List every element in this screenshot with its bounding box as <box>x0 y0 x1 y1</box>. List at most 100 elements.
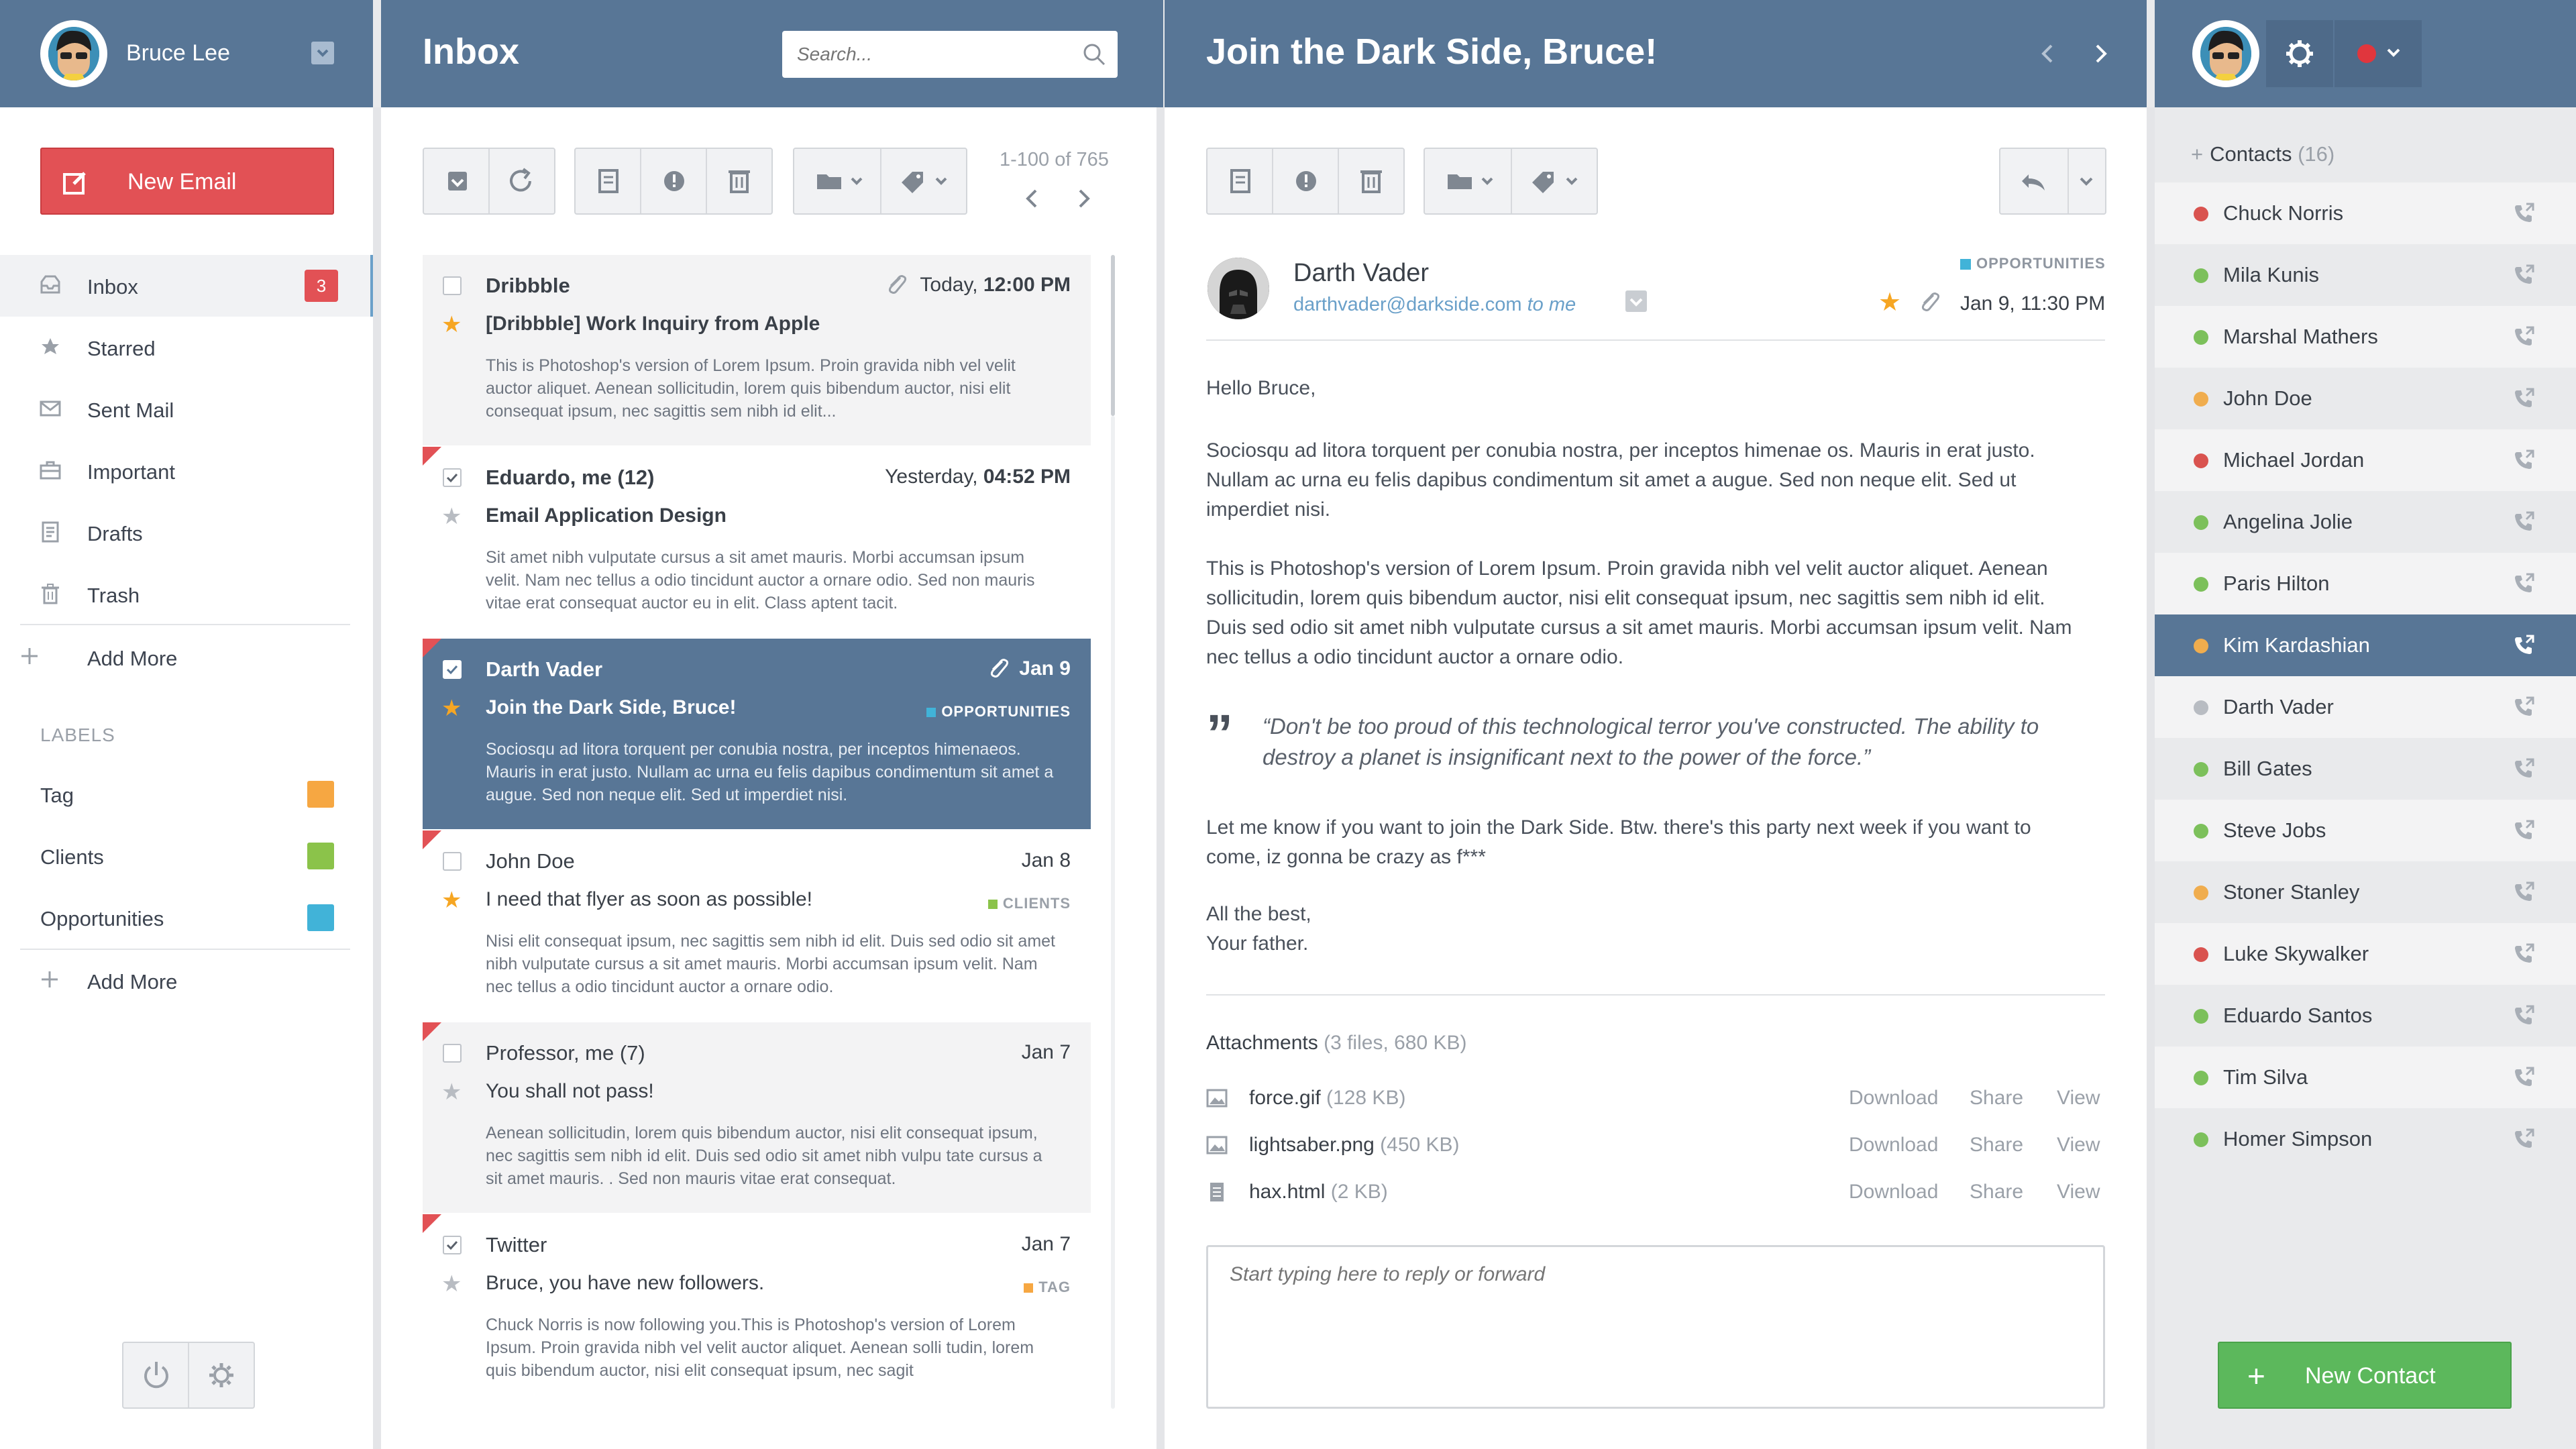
contact-item[interactable]: Stoner Stanley <box>2155 861 2576 923</box>
label-item-opportunities[interactable]: Opportunities <box>0 887 373 949</box>
share-link[interactable]: Share <box>1970 1181 2023 1203</box>
sidebar-divider[interactable] <box>373 107 381 1449</box>
move-to-folder-dropdown[interactable] <box>794 149 881 213</box>
sidebar-item-drafts[interactable]: Drafts <box>0 502 373 564</box>
delete-button[interactable] <box>707 149 771 213</box>
status-dropdown[interactable] <box>2334 20 2422 87</box>
msg-move-dropdown[interactable] <box>1425 149 1512 213</box>
attachment-name[interactable]: lightsaber.png (450 KB) <box>1249 1134 1460 1157</box>
contact-item[interactable]: Paris Hilton <box>2155 553 2576 614</box>
contact-item[interactable]: Luke Skywalker <box>2155 923 2576 985</box>
call-contact-icon[interactable] <box>2512 1065 2536 1089</box>
reply-textarea[interactable] <box>1206 1245 2105 1409</box>
email-checkbox[interactable] <box>443 1044 462 1063</box>
contact-item[interactable]: Michael Jordan <box>2155 429 2576 491</box>
email-item[interactable]: ★ Professor, me (7) You shall not pass! Aen… <box>423 1022 1091 1213</box>
archive-button[interactable] <box>576 149 641 213</box>
message-star-icon[interactable]: ★ <box>1878 287 1901 317</box>
star-icon[interactable]: ★ <box>441 311 462 338</box>
sidebar-item-inbox[interactable]: Inbox 3 <box>0 255 373 317</box>
previous-message-icon[interactable] <box>2038 42 2058 66</box>
star-icon[interactable]: ★ <box>441 503 462 530</box>
page-prev-icon[interactable] <box>1022 185 1042 212</box>
view-link[interactable]: View <box>2057 1134 2100 1157</box>
view-link[interactable]: View <box>2057 1181 2100 1203</box>
contact-item[interactable]: John Doe <box>2155 368 2576 429</box>
msg-label-dropdown[interactable] <box>1512 149 1597 213</box>
msg-archive-button[interactable] <box>1208 149 1273 213</box>
call-contact-icon[interactable] <box>2512 263 2536 287</box>
attachment-filename[interactable]: lightsaber.png <box>1249 1134 1375 1156</box>
list-divider[interactable] <box>1157 107 1165 1449</box>
call-contact-icon[interactable] <box>2512 448 2536 472</box>
email-checkbox[interactable] <box>443 1236 462 1254</box>
search-input[interactable] <box>782 31 1118 78</box>
email-item[interactable]: ★ Dribbble [Dribbble] Work Inquiry from Ap… <box>423 255 1091 445</box>
refresh-button[interactable] <box>490 149 554 213</box>
contact-item[interactable]: Eduardo Santos <box>2155 985 2576 1046</box>
attachment-name[interactable]: force.gif (128 KB) <box>1249 1087 1405 1110</box>
email-checkbox[interactable] <box>443 276 462 295</box>
star-icon[interactable]: ★ <box>441 1079 462 1106</box>
sender-email[interactable]: darthvader@darkside.com <box>1293 294 1522 315</box>
contact-item[interactable]: Steve Jobs <box>2155 800 2576 861</box>
sidebar-item-sent-mail[interactable]: Sent Mail <box>0 378 373 440</box>
email-item[interactable]: ★ Twitter Bruce, you have new followers. Ch… <box>423 1214 1091 1405</box>
sidebar-item-starred[interactable]: Starred <box>0 317 373 378</box>
settings-button[interactable] <box>2266 20 2333 87</box>
download-link[interactable]: Download <box>1849 1087 1938 1110</box>
power-button[interactable] <box>123 1343 189 1407</box>
call-contact-icon[interactable] <box>2512 757 2536 781</box>
contact-item[interactable]: Angelina Jolie <box>2155 491 2576 553</box>
contact-item[interactable]: Marshal Mathers <box>2155 306 2576 368</box>
page-next-icon[interactable] <box>1073 185 1093 212</box>
reply-options-dropdown[interactable] <box>2069 149 2105 213</box>
attachment-filename[interactable]: hax.html <box>1249 1181 1325 1203</box>
view-link[interactable]: View <box>2057 1087 2100 1110</box>
msg-spam-button[interactable] <box>1273 149 1339 213</box>
label-item-tag[interactable]: Tag <box>0 763 373 825</box>
star-icon[interactable]: ★ <box>441 887 462 914</box>
email-checkbox[interactable] <box>443 852 462 871</box>
user-menu-dropdown-icon[interactable] <box>311 42 334 64</box>
email-checkbox[interactable] <box>443 660 462 679</box>
email-checkbox[interactable] <box>443 468 462 487</box>
sidebar-settings-button[interactable] <box>189 1343 254 1407</box>
contacts-avatar[interactable] <box>2192 20 2259 87</box>
contact-item[interactable]: Bill Gates <box>2155 738 2576 800</box>
call-contact-icon[interactable] <box>2512 572 2536 596</box>
label-dropdown[interactable] <box>881 149 966 213</box>
contact-item[interactable]: Homer Simpson <box>2155 1108 2576 1170</box>
search-icon[interactable] <box>1081 42 1107 67</box>
select-all-checkbox[interactable] <box>424 149 490 213</box>
email-item[interactable]: ★ Darth Vader Join the Dark Side, Bruce! So… <box>423 639 1091 829</box>
call-contact-icon[interactable] <box>2512 386 2536 411</box>
call-contact-icon[interactable] <box>2512 818 2536 843</box>
call-contact-icon[interactable] <box>2512 633 2536 657</box>
contacts-heading[interactable]: + Contacts (16) <box>2191 142 2334 166</box>
sidebar-item-trash[interactable]: Trash <box>0 564 373 625</box>
contact-item[interactable]: Kim Kardashian <box>2155 614 2576 676</box>
call-contact-icon[interactable] <box>2512 325 2536 349</box>
sidebar-item-important[interactable]: Important <box>0 440 373 502</box>
attachment-name[interactable]: hax.html (2 KB) <box>1249 1181 1388 1203</box>
call-contact-icon[interactable] <box>2512 201 2536 225</box>
reply-button[interactable] <box>2000 149 2069 213</box>
contact-item[interactable]: Tim Silva <box>2155 1046 2576 1108</box>
attachment-filename[interactable]: force.gif <box>1249 1087 1321 1109</box>
new-contact-button[interactable]: + New Contact <box>2218 1342 2512 1409</box>
download-link[interactable]: Download <box>1849 1134 1938 1157</box>
call-contact-icon[interactable] <box>2512 880 2536 904</box>
call-contact-icon[interactable] <box>2512 942 2536 966</box>
download-link[interactable]: Download <box>1849 1181 1938 1203</box>
label-item-clients[interactable]: Clients <box>0 825 373 887</box>
call-contact-icon[interactable] <box>2512 1004 2536 1028</box>
contact-item[interactable]: Darth Vader <box>2155 676 2576 738</box>
contact-item[interactable]: Chuck Norris <box>2155 182 2576 244</box>
add-more-nav[interactable]: Add More <box>0 627 373 688</box>
user-avatar[interactable] <box>40 20 107 87</box>
call-contact-icon[interactable] <box>2512 695 2536 719</box>
spam-button[interactable] <box>641 149 707 213</box>
list-scrollbar[interactable] <box>1111 255 1115 416</box>
recipients-dropdown-icon[interactable] <box>1625 290 1648 313</box>
